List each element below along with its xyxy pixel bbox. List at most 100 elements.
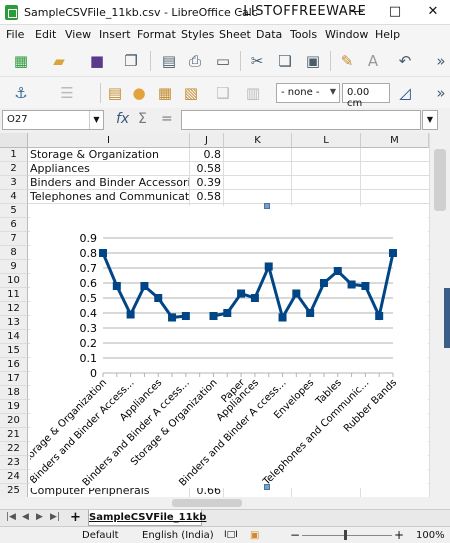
cell-j[interactable]: 0.39 <box>190 176 224 190</box>
close-button[interactable]: ✕ <box>422 3 444 21</box>
select-all-corner[interactable] <box>0 133 28 148</box>
clear-formatting-icon[interactable]: A <box>364 52 382 70</box>
print-preview-icon[interactable]: ▭ <box>214 52 232 70</box>
cell-i[interactable]: Appliances <box>28 162 190 176</box>
clone-formatting-icon[interactable]: ✎ <box>338 52 356 70</box>
anchor-icon[interactable]: ⚓ <box>12 84 30 102</box>
row-header[interactable]: 12 <box>0 302 28 316</box>
zoom-slider-thumb[interactable] <box>344 530 347 540</box>
row-header[interactable]: 18 <box>0 386 28 400</box>
row-header[interactable]: 3 <box>0 176 28 190</box>
zoom-out-icon[interactable]: − <box>290 528 300 542</box>
menu-format[interactable]: Format <box>137 28 176 41</box>
menu-styles[interactable]: Styles <box>181 28 214 41</box>
zoom-level[interactable]: 100% <box>416 530 445 541</box>
cell-i[interactable]: Binders and Binder Accessories <box>28 176 190 190</box>
row-header[interactable]: 24 <box>0 470 28 484</box>
toolbar-overflow-icon[interactable]: » <box>434 52 448 70</box>
row-header[interactable]: 8 <box>0 246 28 260</box>
chart-resize-handle[interactable] <box>264 203 270 209</box>
cut-icon[interactable]: ✂ <box>248 52 266 70</box>
column-header-j[interactable]: J <box>190 133 224 148</box>
maximize-button[interactable]: □ <box>384 3 406 21</box>
cell-j[interactable]: 0.58 <box>190 162 224 176</box>
formula-icon[interactable]: = <box>161 111 173 127</box>
line-color-icon[interactable]: ◿ <box>396 84 414 102</box>
empty-cells[interactable] <box>224 176 429 190</box>
row-header[interactable]: 6 <box>0 218 28 232</box>
column-header-m[interactable]: M <box>361 133 429 148</box>
zoom-slider-track[interactable] <box>302 535 392 536</box>
cell-i[interactable]: Storage & Organization <box>28 148 190 162</box>
cell-i[interactable]: Telephones and Communication <box>28 190 190 204</box>
vertical-scroll-thumb[interactable] <box>434 149 446 211</box>
row-header[interactable]: 2 <box>0 162 28 176</box>
row-header[interactable]: 17 <box>0 372 28 386</box>
row-header[interactable]: 19 <box>0 400 28 414</box>
column-header-l[interactable]: L <box>292 133 361 148</box>
vertical-scrollbar[interactable] <box>429 133 450 497</box>
group-icon[interactable]: ❑ <box>214 84 232 102</box>
empty-cells[interactable] <box>224 148 429 162</box>
selection-mode-icon[interactable]: I□I <box>224 530 238 540</box>
send-to-back-icon[interactable]: ▧ <box>182 84 200 102</box>
page-style[interactable]: Default <box>82 530 119 541</box>
formula-input[interactable] <box>181 110 421 130</box>
menu-tools[interactable]: Tools <box>290 28 317 41</box>
row-header[interactable]: 16 <box>0 358 28 372</box>
undo-icon[interactable]: ↶ <box>396 52 414 70</box>
row-header[interactable]: 7 <box>0 232 28 246</box>
menu-file[interactable]: File <box>6 28 24 41</box>
add-sheet-button[interactable]: + <box>70 510 81 525</box>
row-header[interactable]: 10 <box>0 274 28 288</box>
align-icon[interactable]: ☰ <box>58 84 76 102</box>
prev-sheet-icon[interactable]: ◀ <box>22 512 29 522</box>
line-width-field[interactable]: 0.00 cm <box>342 83 390 109</box>
row-header[interactable]: 21 <box>0 428 28 442</box>
column-header-k[interactable]: K <box>224 133 292 148</box>
menu-help[interactable]: Help <box>375 28 400 41</box>
sheet-tab-active[interactable]: SampleCSVFile_11kb <box>88 510 206 526</box>
save-icon[interactable]: ■ <box>88 52 106 70</box>
row-header[interactable]: 1 <box>0 148 28 162</box>
first-sheet-icon[interactable]: |◀ <box>6 512 16 522</box>
row-header[interactable]: 22 <box>0 442 28 456</box>
row-header[interactable]: 15 <box>0 344 28 358</box>
sum-icon[interactable]: Σ <box>138 111 147 127</box>
line-chart[interactable]: 0.9 0.8 0.7 0.6 0.5 0.4 0.3 0.2 0.1 0 Storage & Or… <box>18 206 428 489</box>
name-box[interactable]: O27 ▼ <box>2 110 104 130</box>
language[interactable]: English (India) <box>142 530 214 541</box>
new-spreadsheet-icon[interactable]: ▦ <box>12 52 30 70</box>
export-pdf-icon[interactable]: ▤ <box>160 52 178 70</box>
column-header-i[interactable]: I <box>28 133 190 148</box>
row-header[interactable]: 23 <box>0 456 28 470</box>
next-sheet-icon[interactable]: ▶ <box>36 512 43 522</box>
empty-cells[interactable] <box>224 162 429 176</box>
open-folder-icon[interactable]: ▰ <box>50 52 68 70</box>
row-header[interactable]: 13 <box>0 316 28 330</box>
menu-window[interactable]: Window <box>325 28 368 41</box>
horizontal-scrollbar[interactable] <box>0 497 450 509</box>
paste-icon[interactable]: ▣ <box>304 52 322 70</box>
row-header[interactable]: 20 <box>0 414 28 428</box>
row-header[interactable]: 4 <box>0 190 28 204</box>
row-header[interactable]: 14 <box>0 330 28 344</box>
menu-edit[interactable]: Edit <box>35 28 56 41</box>
send-backward-icon[interactable]: ▦ <box>156 84 174 102</box>
row-header[interactable]: 25 <box>0 484 28 497</box>
cell-j[interactable]: 0.8 <box>190 148 224 162</box>
expand-formula-icon[interactable]: ▼ <box>422 110 438 130</box>
ellipse-icon[interactable]: ● <box>130 84 148 102</box>
row-header[interactable]: 9 <box>0 260 28 274</box>
chart-resize-handle[interactable] <box>264 484 270 490</box>
line-style-select[interactable]: - none - ▼ <box>276 83 340 103</box>
function-wizard-icon[interactable]: fx <box>116 111 129 127</box>
menu-sheet[interactable]: Sheet <box>219 28 251 41</box>
copy-icon[interactable]: ❏ <box>276 52 294 70</box>
menu-data[interactable]: Data <box>256 28 282 41</box>
toolbar-overflow-icon[interactable]: » <box>434 84 448 102</box>
minimize-button[interactable]: — <box>346 3 368 21</box>
ungroup-icon[interactable]: ▥ <box>244 84 262 102</box>
templates-icon[interactable]: ❐ <box>122 52 140 70</box>
menu-view[interactable]: View <box>65 28 91 41</box>
